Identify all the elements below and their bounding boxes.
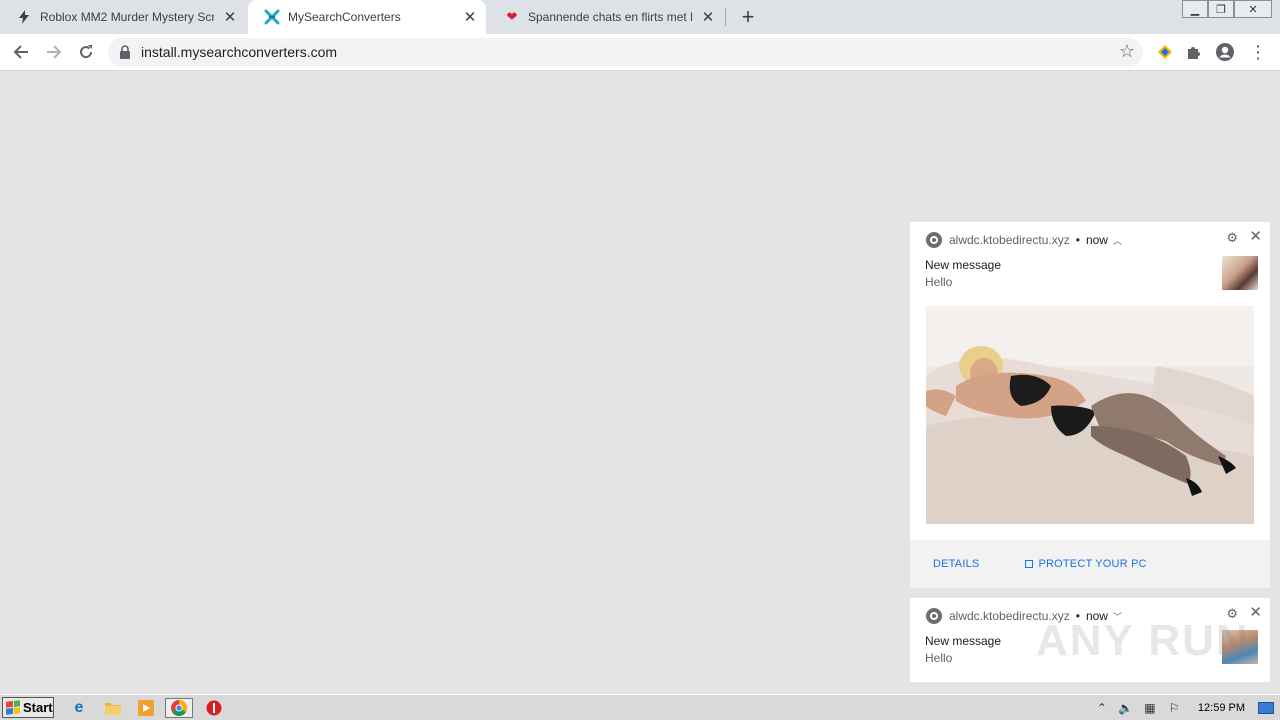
notification-title: New message [925, 258, 1002, 272]
details-button[interactable]: DETAILS [933, 558, 979, 570]
heart-icon: ❤ [506, 9, 518, 24]
close-icon[interactable]: ✕ [1249, 603, 1262, 621]
notification-body: Hello [925, 275, 953, 289]
extensions-puzzle-icon[interactable] [1180, 39, 1206, 65]
lightning-icon [16, 9, 32, 25]
stop-app-icon[interactable] [203, 698, 225, 718]
tab-close-icon[interactable]: ✕ [462, 9, 478, 26]
tab-title: Roblox MM2 Murder Mystery Script G [40, 10, 214, 24]
gear-icon[interactable]: ⚙ [1226, 230, 1238, 246]
address-bar[interactable]: install.mysearchconverters.com ☆ [108, 38, 1143, 67]
chevron-up-icon[interactable]: ︿ [1113, 234, 1122, 247]
tab-roblox[interactable]: Roblox MM2 Murder Mystery Script G ✕ [0, 0, 246, 34]
network-icon[interactable]: ▦ [1141, 699, 1159, 717]
file-explorer-icon[interactable] [102, 698, 124, 718]
start-label: Start [23, 700, 53, 715]
bookmark-star-icon[interactable]: ☆ [1119, 41, 1135, 62]
notification-actions: DETAILS PROTECT YOUR PC [910, 540, 1270, 588]
browser-toolbar: install.mysearchconverters.com ☆ ⋮ [0, 34, 1280, 71]
windows-flag-icon [6, 700, 20, 715]
new-tab-button[interactable]: + [736, 4, 760, 29]
tab-spannende-chats[interactable]: ❤ Spannende chats en flirts met hete c ✕ [488, 0, 724, 34]
menu-kebab-icon[interactable]: ⋮ [1245, 39, 1271, 65]
flag-icon[interactable]: ⚐ [1165, 699, 1183, 717]
chevron-up-icon[interactable]: ⌃ [1093, 699, 1111, 717]
protect-label: PROTECT YOUR PC [1038, 558, 1147, 570]
clock[interactable]: 12:59 PM [1198, 702, 1245, 714]
separator-dot: • [1075, 233, 1080, 247]
protect-your-pc-button[interactable]: PROTECT YOUR PC [1025, 558, 1147, 570]
taskbar: Start e ⌃ 🔈 ▦ ⚐ 12:59 PM [0, 694, 1280, 720]
mysearchconverters-icon [264, 9, 280, 25]
system-tray: ⌃ 🔈 ▦ ⚐ 12:59 PM [1090, 695, 1280, 720]
tab-title: Spannende chats en flirts met hete c [528, 10, 692, 24]
media-player-icon[interactable] [135, 698, 157, 718]
notification-source: alwdc.ktobedirectu.xyz [949, 233, 1070, 247]
notification-time: now [1085, 233, 1108, 247]
extension-diamond-icon[interactable] [1152, 39, 1178, 65]
forward-button[interactable] [41, 39, 67, 65]
notification-card[interactable]: alwdc.ktobedirectu.xyz • now ︿ ⚙ ✕ New m… [910, 222, 1270, 588]
tab-separator [725, 8, 726, 26]
show-desktop-icon[interactable] [1258, 702, 1274, 714]
minimize-button[interactable]: ▁ [1182, 0, 1208, 18]
restore-button[interactable]: ❐ [1208, 0, 1234, 18]
lock-icon [120, 45, 130, 59]
notification-body: Hello [925, 651, 953, 665]
notification-thumbnail [1222, 256, 1258, 290]
notification-title: New message [925, 634, 1002, 648]
checkbox-icon [1025, 560, 1034, 568]
tab-strip: Roblox MM2 Murder Mystery Script G ✕ MyS… [0, 0, 1280, 34]
url-text: install.mysearchconverters.com [141, 44, 338, 60]
chrome-icon [926, 608, 942, 624]
chrome-taskbar-icon[interactable] [165, 698, 193, 718]
internet-explorer-icon[interactable]: e [68, 698, 90, 718]
close-icon[interactable]: ✕ [1249, 227, 1262, 245]
speaker-icon[interactable]: 🔈 [1117, 699, 1135, 717]
tab-mysearchconverters[interactable]: MySearchConverters ✕ [248, 0, 486, 34]
tab-title: MySearchConverters [288, 10, 401, 24]
start-button[interactable]: Start [2, 697, 54, 718]
notification-header: alwdc.ktobedirectu.xyz • now ︿ [926, 232, 1122, 248]
tab-close-icon[interactable]: ✕ [222, 9, 238, 26]
chrome-icon [926, 232, 942, 248]
watermark-logo: ANY RUN [1036, 616, 1250, 665]
back-button[interactable] [8, 39, 34, 65]
reload-button[interactable] [73, 39, 99, 65]
tab-close-icon[interactable]: ✕ [700, 9, 716, 26]
close-window-button[interactable]: ✕ [1234, 0, 1272, 18]
notification-image [926, 306, 1254, 524]
profile-avatar-icon[interactable] [1212, 39, 1238, 65]
